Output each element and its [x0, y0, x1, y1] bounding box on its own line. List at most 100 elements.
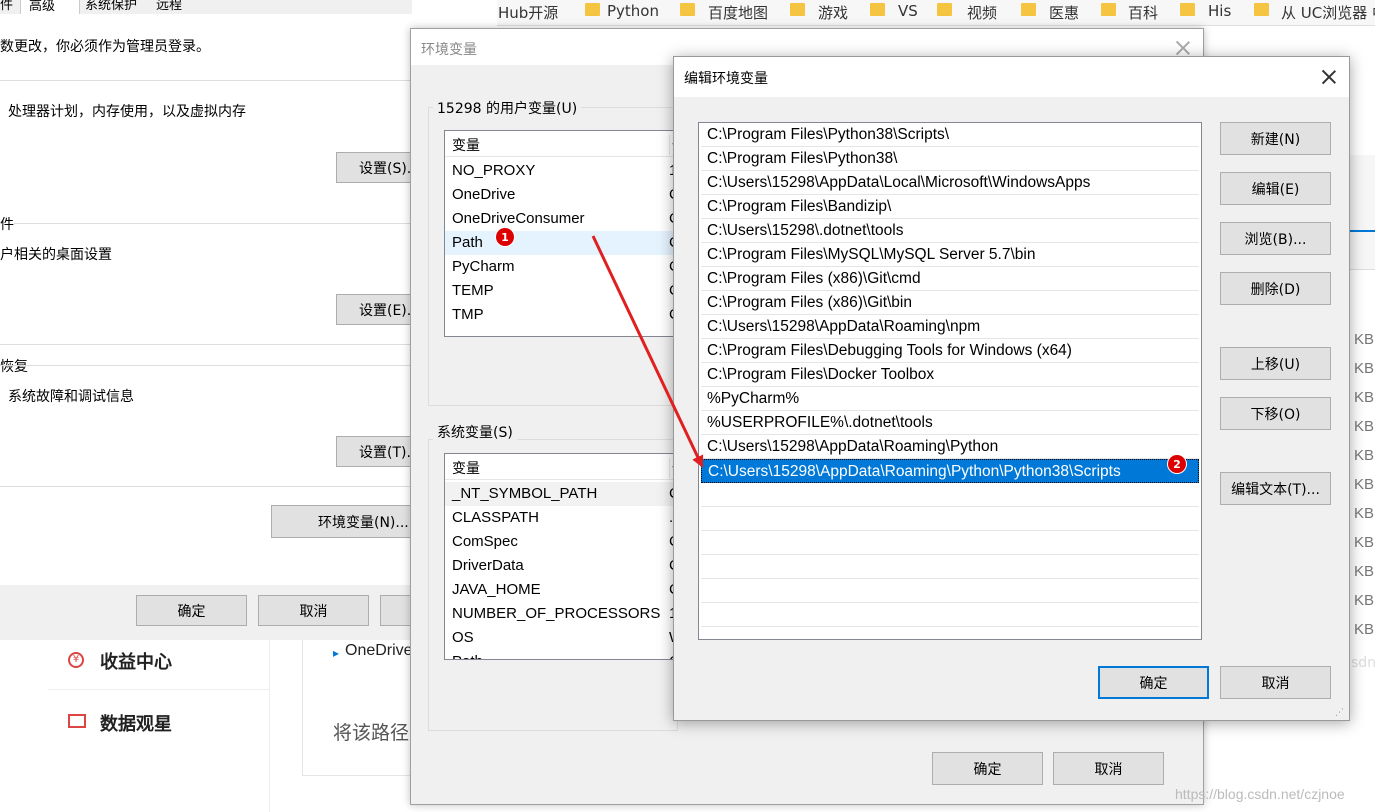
bookmark-item[interactable]: 医惠 [1049, 2, 1079, 23]
system-properties-dialog: 件 高级 系统保护 远程 数更改，你必须作为管理员登录。 处理器计划，内存使用，… [0, 0, 421, 640]
cancel-button[interactable]: 取消 [1220, 666, 1331, 699]
path-entry[interactable]: C:\Users\15298\AppData\Roaming\npm [701, 315, 1199, 339]
file-size-unit: KB [1354, 534, 1375, 551]
browse-button[interactable]: 浏览(B)... [1220, 222, 1331, 255]
list-item[interactable]: OneDriveC [445, 183, 683, 207]
path-entry[interactable]: C:\Users\15298\.dotnet\tools [701, 219, 1199, 243]
bookmark-item[interactable]: 百度地图 [708, 2, 768, 23]
delete-button[interactable]: 删除(D) [1220, 272, 1331, 305]
variable-name: OneDrive [452, 186, 516, 203]
folder-icon [1021, 3, 1036, 16]
resize-grip-icon[interactable]: ⋰ [1335, 708, 1344, 718]
ok-button[interactable]: 确定 [1098, 666, 1209, 699]
path-entry[interactable]: C:\Program Files (x86)\Git\bin [701, 291, 1199, 315]
path-entry[interactable]: C:\Program Files (x86)\Git\cmd [701, 267, 1199, 291]
path-entry[interactable]: C:\Program Files\Python38\Scripts\ [701, 123, 1199, 147]
empty-row[interactable] [701, 555, 1199, 579]
close-icon[interactable] [1319, 67, 1339, 87]
list-item[interactable]: NUMBER_OF_PROCESSORS1 [445, 602, 683, 626]
list-item[interactable]: JAVA_HOMEC [445, 578, 683, 602]
annotation-badge-2: 2 [1168, 455, 1186, 473]
empty-row[interactable] [701, 531, 1199, 555]
ok-button[interactable]: 确定 [932, 752, 1043, 785]
folder-icon [1254, 3, 1269, 16]
folder-icon [1180, 3, 1195, 16]
csdn-right-panel [1349, 155, 1375, 270]
list-item[interactable]: DriverDataC [445, 554, 683, 578]
empty-row[interactable] [701, 507, 1199, 531]
divider [0, 80, 412, 81]
recovery-settings-button[interactable]: 设置(T)... [336, 436, 420, 467]
cancel-button[interactable]: 取消 [258, 595, 369, 626]
move-up-button[interactable]: 上移(U) [1220, 347, 1331, 380]
sidebar-item-data[interactable]: 数据观星 [68, 710, 258, 748]
ok-button[interactable]: 确定 [136, 595, 247, 626]
tab-advanced[interactable]: 高级 [20, 0, 80, 14]
empty-row[interactable] [701, 579, 1199, 603]
path-list[interactable]: C:\Program Files\Python38\Scripts\ C:\Pro… [698, 122, 1202, 640]
csdn-sidebar: ¥ 收益中心 数据观星 [48, 640, 270, 812]
path-entry[interactable]: %PyCharm% [701, 387, 1199, 411]
new-button[interactable]: 新建(N) [1220, 122, 1331, 155]
bookmark-item[interactable]: Hub开源 [498, 2, 558, 23]
move-down-button[interactable]: 下移(O) [1220, 397, 1331, 430]
dialog-title: 环境变量 [421, 42, 477, 58]
user-variables-title: 15298 的用户变量(U) [433, 98, 582, 118]
path-entry[interactable]: C:\Program Files\Python38\ [701, 147, 1199, 171]
list-item[interactable]: ComSpecC [445, 530, 683, 554]
bookmark-item[interactable]: 视频 [967, 2, 997, 23]
edit-text-button[interactable]: 编辑文本(T)... [1220, 472, 1331, 505]
path-entry[interactable]: C:\Program Files\Bandizip\ [701, 195, 1199, 219]
list-item[interactable]: PyCharmC [445, 255, 683, 279]
edit-button[interactable]: 编辑(E) [1220, 172, 1331, 205]
bookmark-item[interactable]: His [1208, 2, 1231, 20]
file-size-unit: KB [1354, 505, 1375, 522]
list-item[interactable]: OSW [445, 626, 683, 650]
list-item[interactable]: CLASSPATH.; [445, 506, 683, 530]
path-entry[interactable]: C:\Program Files\MySQL\MySQL Server 5.7\… [701, 243, 1199, 267]
sidebar-item-label: 数据观星 [100, 714, 172, 735]
tab-system-protection[interactable]: 系统保护 [85, 0, 137, 13]
user-variables-list[interactable]: 变量 值 NO_PROXY1OneDriveCOneDriveConsumerC… [444, 130, 684, 337]
bookmark-item[interactable]: Python [607, 2, 659, 20]
sidebar-item-income[interactable]: ¥ 收益中心 [68, 648, 258, 686]
file-size-unit: KB [1354, 592, 1375, 609]
list-item[interactable]: _NT_SYMBOL_PATHC [445, 482, 683, 506]
file-size-unit: KB [1354, 621, 1375, 638]
tab-remote[interactable]: 远程 [156, 0, 200, 13]
folder-icon [585, 3, 600, 16]
bookmark-item[interactable]: 从 UC浏览器 中 [1281, 2, 1375, 23]
list-item[interactable]: TMPC [445, 303, 683, 327]
path-entry-selected[interactable]: C:\Users\15298\AppData\Roaming\Python\Py… [701, 459, 1199, 483]
column-header[interactable]: 变量 值 [445, 131, 683, 157]
bookmark-item[interactable]: VS [898, 2, 918, 20]
path-entry[interactable]: C:\Program Files\Docker Toolbox [701, 363, 1199, 387]
column-header-variable[interactable]: 变量 [452, 135, 480, 155]
performance-settings-button[interactable]: 设置(S)... [336, 152, 420, 183]
dialog-footer: 确定 取消 [0, 585, 420, 640]
close-icon[interactable] [1173, 38, 1193, 58]
path-entry[interactable]: C:\Users\15298\AppData\Local\Microsoft\W… [701, 171, 1199, 195]
path-entry[interactable]: %USERPROFILE%\.dotnet\tools [701, 411, 1199, 435]
list-item[interactable]: OneDriveConsumerC [445, 207, 683, 231]
bookmark-item[interactable]: 游戏 [818, 2, 848, 23]
coin-icon: ¥ [68, 652, 84, 668]
empty-row[interactable] [701, 603, 1199, 627]
environment-variables-button[interactable]: 环境变量(N)... [271, 505, 421, 538]
bookmark-item[interactable]: 百科 [1128, 2, 1158, 23]
tab-hardware[interactable]: 件 [0, 0, 13, 13]
list-item[interactable]: NO_PROXY1 [445, 159, 683, 183]
profile-settings-button[interactable]: 设置(E)... [336, 294, 420, 325]
column-header-variable[interactable]: 变量 [452, 458, 480, 478]
path-entry[interactable]: C:\Users\15298\AppData\Roaming\Python [701, 435, 1199, 459]
column-header[interactable]: 变量 值 [445, 454, 683, 480]
list-item[interactable]: TEMPC [445, 279, 683, 303]
system-variables-list[interactable]: 变量 值 _NT_SYMBOL_PATHCCLASSPATH.;ComSpecC… [444, 453, 684, 660]
file-size-unit: KB [1354, 447, 1375, 464]
path-entry[interactable]: C:\Program Files\Debugging Tools for Win… [701, 339, 1199, 363]
file-size-unit: KB [1354, 563, 1375, 580]
cancel-button[interactable]: 取消 [1053, 752, 1164, 785]
list-item[interactable]: PathC [445, 231, 683, 255]
list-item[interactable]: PathC [445, 650, 683, 659]
empty-row[interactable] [701, 483, 1199, 507]
